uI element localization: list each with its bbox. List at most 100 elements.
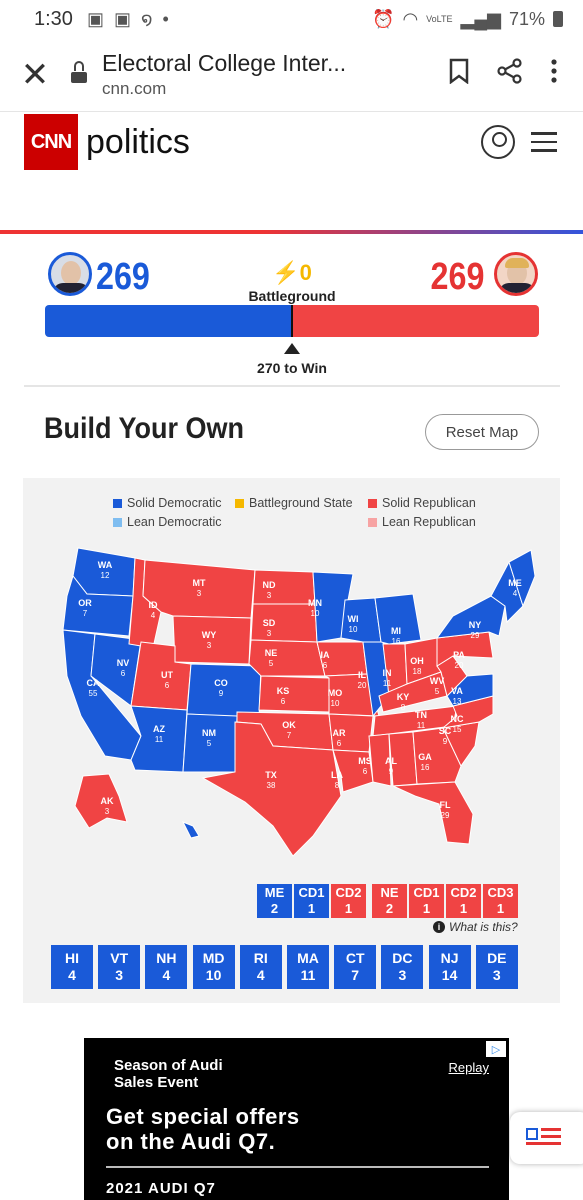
district-label: CD1	[298, 884, 325, 900]
small-state-label: VT	[110, 949, 129, 966]
state-label-ID: ID	[149, 600, 159, 610]
hamburger-menu-icon[interactable]	[531, 126, 557, 158]
lock-icon	[70, 60, 88, 83]
system-icons: ⏰ ◠ VoLTE ▂▄▆ 71%	[372, 9, 563, 30]
small-state-box[interactable]: VT 3	[98, 945, 141, 989]
page-host: cnn.com	[102, 79, 167, 98]
share-icon[interactable]	[497, 58, 523, 91]
state-label-MT: MT	[193, 578, 206, 588]
district-label: CD2	[335, 884, 362, 900]
section-name[interactable]: politics	[86, 123, 190, 162]
state-label-FL: FL	[440, 800, 451, 810]
advertisement[interactable]: ▷ Season of Audi Sales Event Replay Get …	[84, 1038, 509, 1200]
state-ev-WY: 3	[207, 641, 212, 650]
district-label: ME	[264, 884, 285, 900]
state-ev-AZ: 11	[155, 735, 164, 744]
browser-toolbar: ✕ Electoral College Inter... cnn.com	[0, 38, 583, 112]
state-ev-SC: 9	[443, 737, 448, 746]
district-label: CD1	[413, 884, 440, 900]
district-box[interactable]: NE 2	[372, 884, 407, 918]
small-state-box[interactable]: DC 3	[381, 945, 424, 989]
cnn-logo[interactable]: CNN	[24, 114, 78, 170]
state-label-VA: VA	[451, 686, 463, 696]
wifi-icon: ◠	[402, 8, 419, 29]
small-state-box[interactable]: MD 10	[192, 945, 235, 989]
small-state-label: DE	[487, 949, 507, 966]
url-area[interactable]: Electoral College Inter... cnn.com	[102, 50, 449, 99]
district-ev: 2	[270, 901, 279, 916]
state-ev-IN: 11	[383, 679, 392, 688]
state-label-SC: SC	[439, 726, 452, 736]
status-dot: •	[162, 8, 169, 29]
small-state-ev: 4	[68, 967, 76, 983]
state-label-IN: IN	[383, 668, 392, 678]
small-state-box[interactable]: MA 11	[287, 945, 329, 989]
legend-lean-dem: Lean Democratic	[113, 515, 222, 529]
small-state-box[interactable]: HI 4	[51, 945, 93, 989]
ad-headline: Season of Audi Sales Event	[114, 1057, 223, 1091]
us-electoral-map[interactable]: WA12OR7CA55NV6ID4MT3WY3UT6 CO9AZ11NM5ND3S…	[23, 546, 560, 926]
profile-icon[interactable]	[481, 125, 515, 159]
state-label-AL: AL	[385, 756, 397, 766]
win-marker	[291, 305, 293, 337]
gallery-icon: ▣	[86, 8, 104, 29]
ad-divider	[106, 1166, 489, 1168]
small-state-box[interactable]: RI 4	[239, 945, 282, 989]
state-ev-NC: 15	[453, 725, 462, 734]
district-box[interactable]: CD3 1	[483, 884, 518, 918]
state-ev-AR: 6	[337, 739, 342, 748]
small-state-label: HI	[65, 949, 79, 966]
small-state-box[interactable]: DE 3	[475, 945, 518, 989]
state-label-OH: OH	[410, 656, 424, 666]
section-divider	[24, 385, 560, 387]
district-box[interactable]: CD1 1	[409, 884, 444, 918]
legend-solid-dem: Solid Democratic	[113, 496, 221, 510]
bookmark-icon[interactable]	[449, 58, 469, 91]
alarm-icon: ⏰	[372, 8, 395, 29]
state-label-KY: KY	[397, 692, 410, 702]
state-label-IA: IA	[321, 650, 331, 660]
district-box[interactable]: CD2 1	[331, 884, 366, 918]
district-box[interactable]: CD1 1	[294, 884, 329, 918]
state-label-LA: LA	[331, 770, 343, 780]
district-box[interactable]: CD2 1	[446, 884, 481, 918]
ad-replay-link[interactable]: Replay	[449, 1060, 489, 1075]
small-state-ev: 11	[300, 967, 316, 983]
small-state-ev: 14	[441, 967, 458, 983]
state-ev-TN: 11	[417, 721, 426, 730]
more-options-icon[interactable]	[551, 58, 557, 91]
state-label-NM: NM	[202, 728, 216, 738]
state-ev-AL: 9	[389, 767, 394, 776]
state-label-ND: ND	[263, 580, 276, 590]
state-ev-NM: 5	[207, 739, 212, 748]
up-arrow-icon	[284, 343, 300, 354]
state-label-UT: UT	[161, 670, 173, 680]
state-ev-MS: 6	[363, 767, 368, 776]
state-label-MS: MS	[358, 756, 372, 766]
build-your-own-title: Build Your Own	[44, 412, 244, 445]
image-icon: ▣	[113, 8, 131, 29]
small-state-box[interactable]: CT 7	[334, 945, 377, 989]
state-label-MN: MN	[308, 598, 322, 608]
state-ev-AK: 3	[105, 807, 110, 816]
small-state-ev: 3	[398, 967, 407, 983]
ad-choices-icon[interactable]: ▷	[486, 1041, 506, 1057]
district-box[interactable]: ME 2	[257, 884, 292, 918]
small-state-box[interactable]: NJ 14	[428, 945, 471, 989]
small-state-label: MD	[202, 949, 225, 966]
status-bar: 1:30 ▣ ▣ ໑ • ⏰ ◠ VoLTE ▂▄▆ 71%	[0, 0, 583, 38]
state-label-AZ: AZ	[153, 724, 165, 734]
state-label-KS: KS	[277, 686, 290, 696]
state-ev-MN: 10	[311, 609, 320, 618]
state-ev-IA: 6	[323, 661, 328, 670]
close-tab-button[interactable]: ✕	[0, 55, 70, 95]
what-is-this-link[interactable]: i What is this?	[433, 920, 518, 934]
state-label-CA: CA	[87, 678, 100, 688]
state-label-NC: NC	[451, 714, 464, 724]
legend-battleground: Battleground State	[235, 496, 353, 510]
floating-checklist-button[interactable]	[510, 1112, 583, 1164]
state-label-NE: NE	[265, 648, 278, 658]
small-state-box[interactable]: NH 4	[145, 945, 188, 989]
legend-lean-rep: Lean Republican	[368, 515, 476, 529]
reset-map-button[interactable]: Reset Map	[425, 414, 539, 450]
